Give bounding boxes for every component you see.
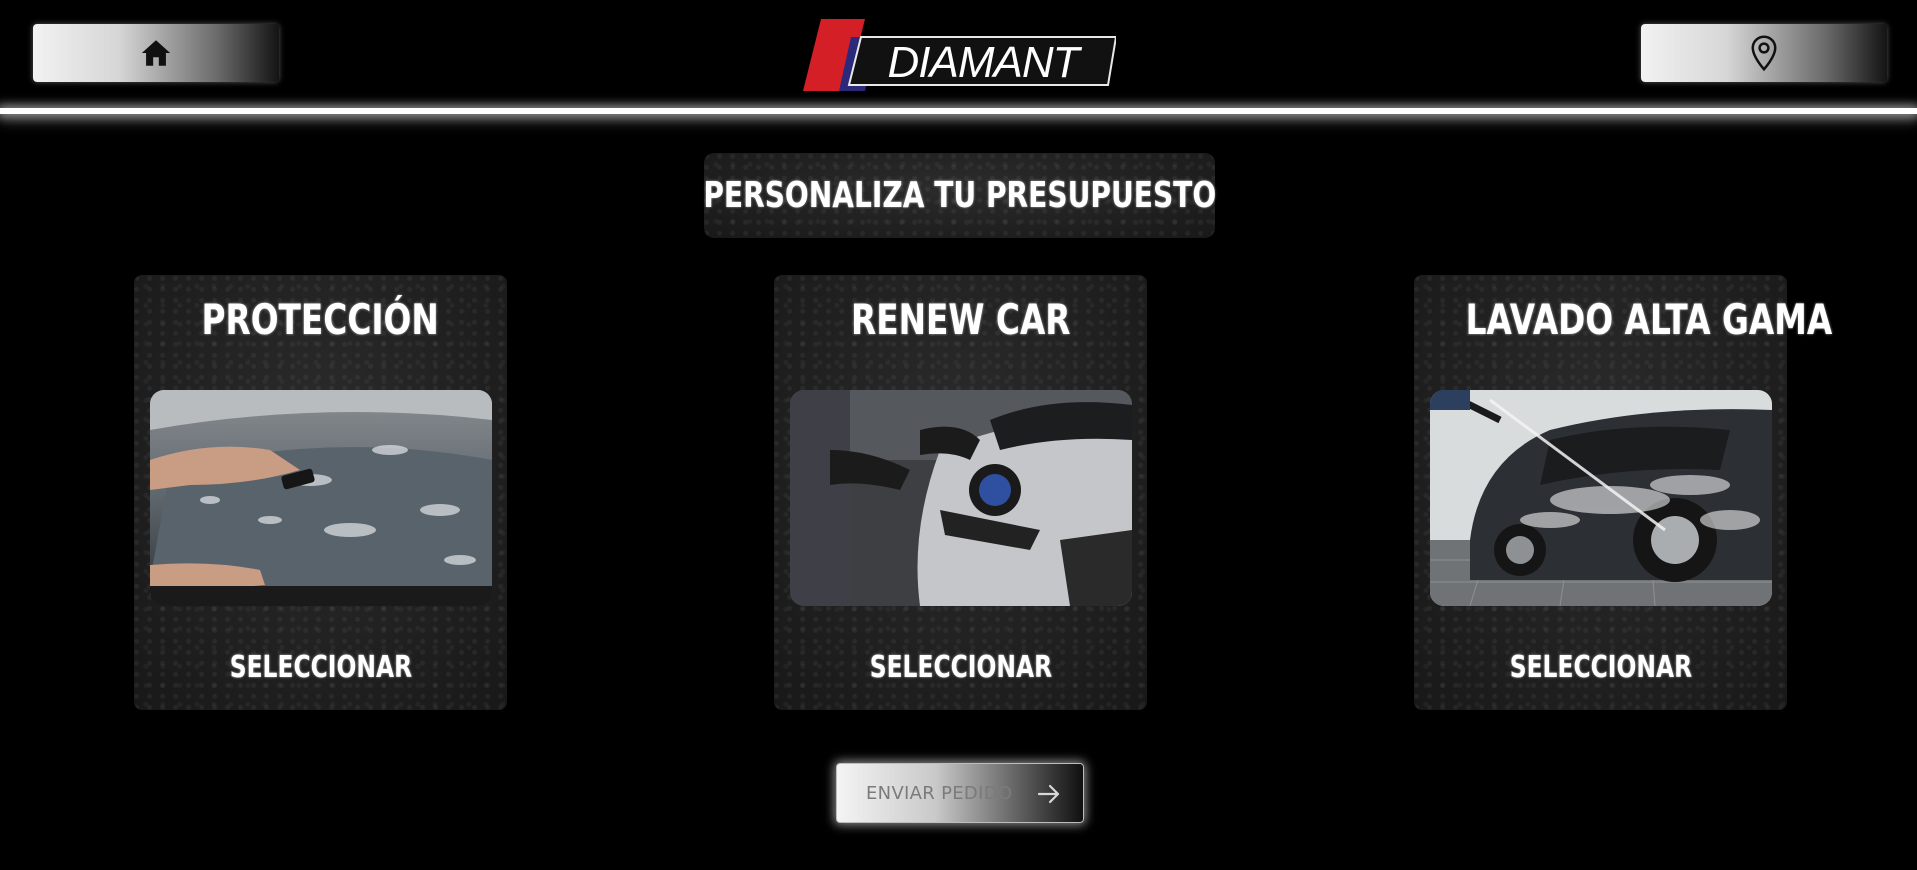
service-card-lavado-alta-gama: LAVADO ALTA GAMA SELECCIONAR bbox=[1414, 275, 1832, 710]
send-order-label: ENVIAR PEDIDO bbox=[866, 782, 1013, 804]
card-title: RENEW CAR bbox=[850, 295, 1071, 344]
card-title: LAVADO ALTA GAMA bbox=[1465, 295, 1833, 344]
page-title: PERSONALIZA TU PRESUPUESTO bbox=[703, 175, 1216, 216]
select-label: SELECCIONAR bbox=[869, 650, 1052, 685]
page-heading: PERSONALIZA TU PRESUPUESTO bbox=[703, 153, 1216, 238]
home-icon bbox=[139, 36, 173, 70]
select-label: SELECCIONAR bbox=[229, 650, 412, 685]
diamant-logo: DIAMANT bbox=[803, 19, 1118, 91]
service-card-proteccion: PROTECCIÓN SELECCIONAR bbox=[134, 275, 507, 710]
car-hood-protection-photo bbox=[150, 390, 492, 606]
car-polishing-photo bbox=[790, 390, 1132, 606]
send-order-button[interactable]: ENVIAR PEDIDO bbox=[836, 763, 1084, 823]
header-divider bbox=[0, 108, 1917, 114]
logo-wordmark: DIAMANT bbox=[888, 38, 1083, 87]
car-pressure-wash-photo bbox=[1430, 390, 1772, 606]
map-pin-icon bbox=[1749, 34, 1779, 72]
select-button[interactable]: SELECCIONAR bbox=[1414, 650, 1787, 685]
select-label: SELECCIONAR bbox=[1509, 650, 1692, 685]
service-card-renew-car: RENEW CAR SELECCIONAR bbox=[774, 275, 1147, 710]
card-title: PROTECCIÓN bbox=[201, 295, 440, 344]
select-button[interactable]: SELECCIONAR bbox=[134, 650, 507, 685]
select-button[interactable]: SELECCIONAR bbox=[774, 650, 1147, 685]
location-button[interactable] bbox=[1641, 24, 1887, 82]
home-button[interactable] bbox=[33, 24, 279, 82]
arrow-right-icon bbox=[1037, 783, 1061, 810]
